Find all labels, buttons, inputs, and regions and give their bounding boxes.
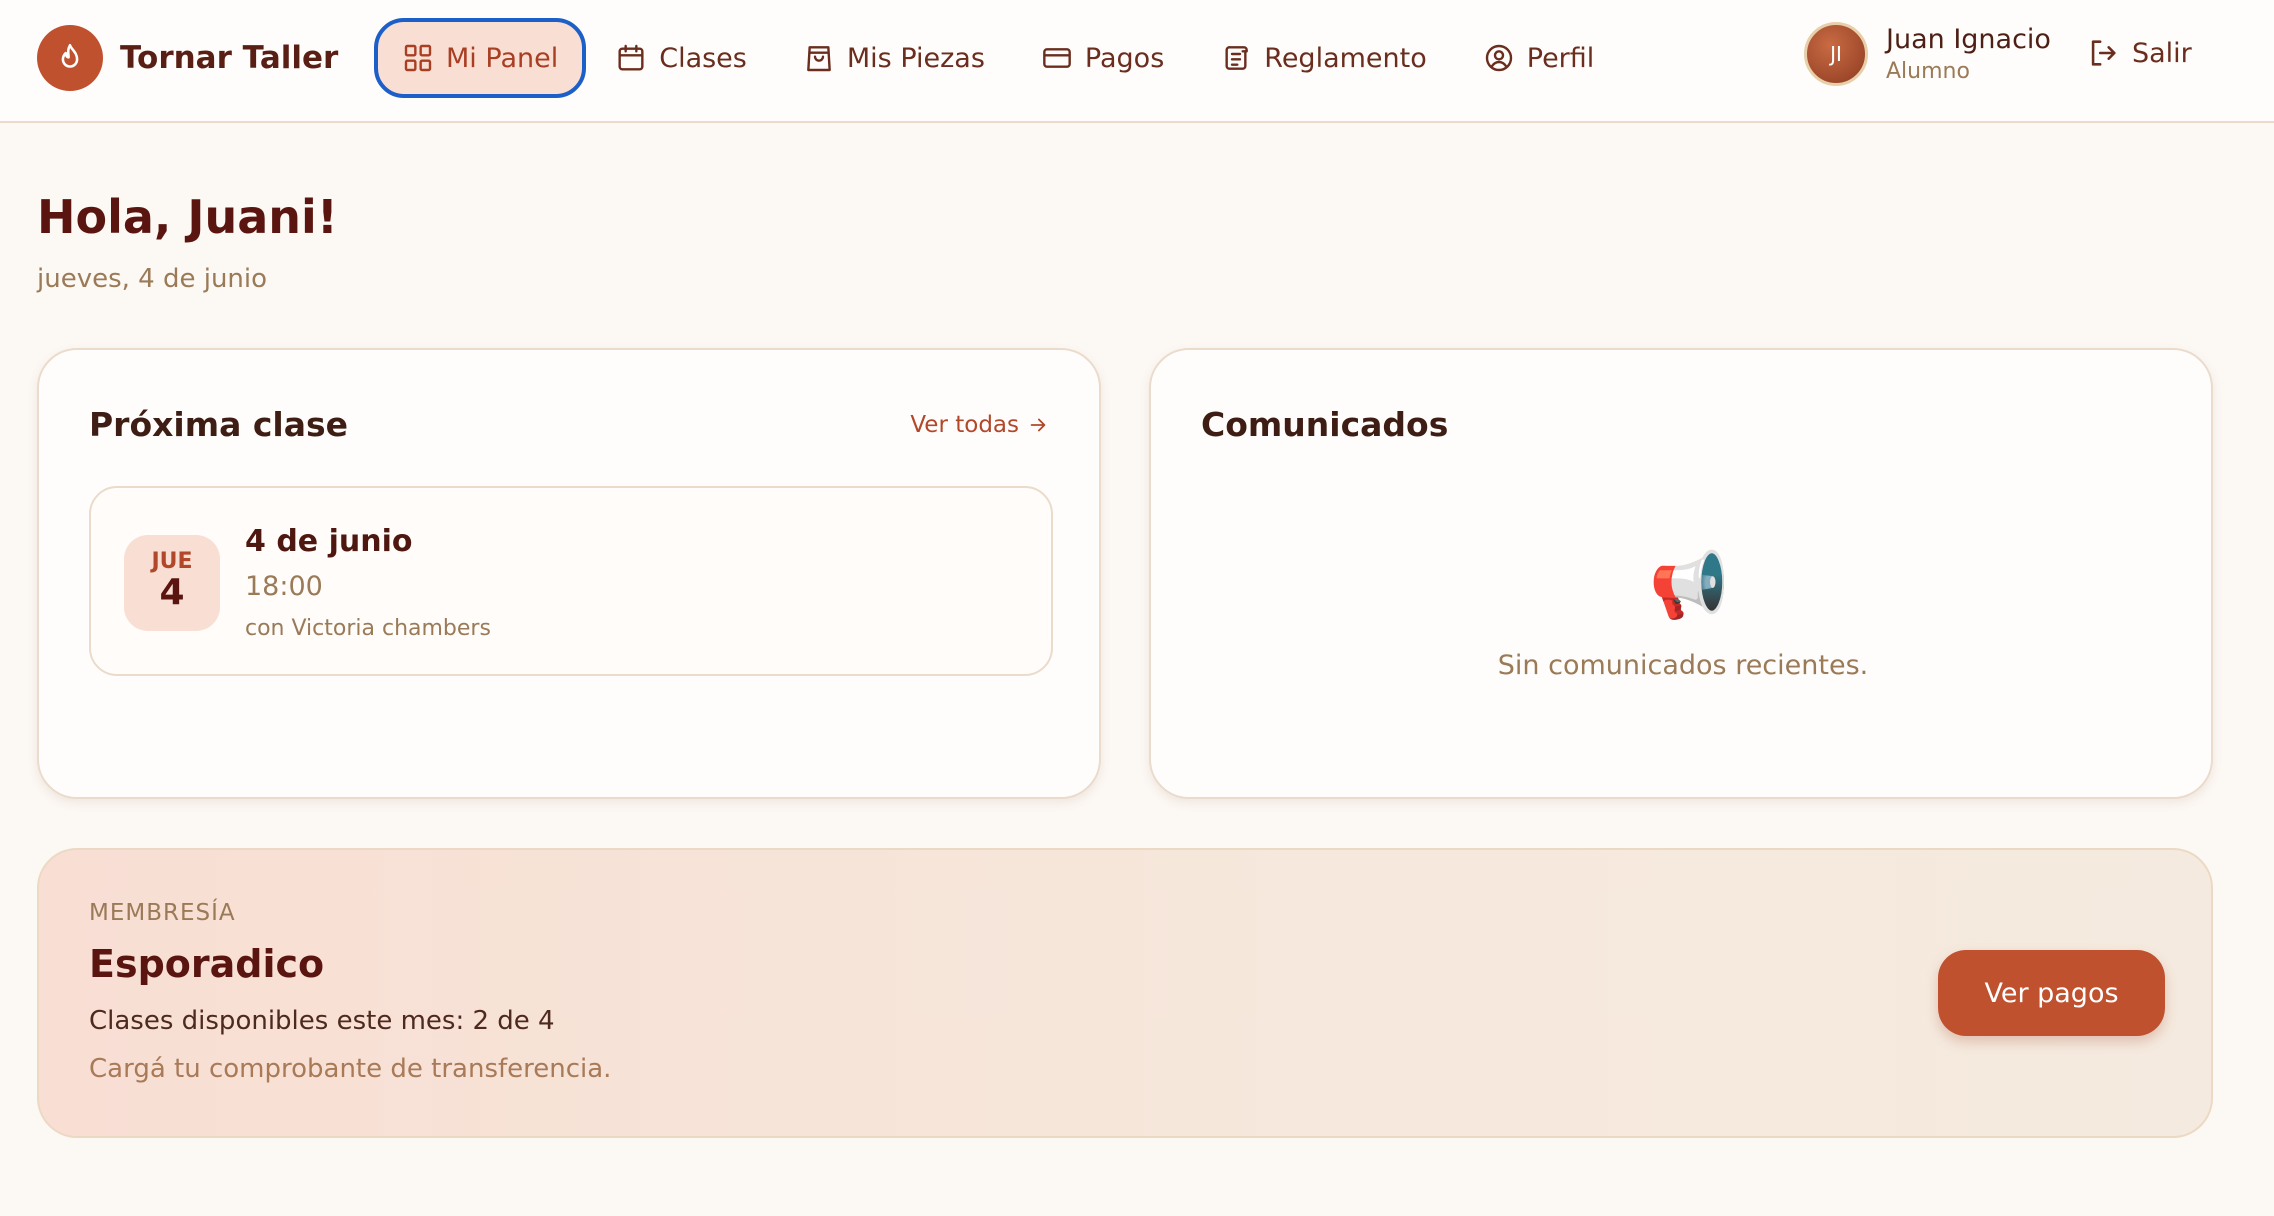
membership-label: MEMBRESÍA [89, 900, 236, 926]
user-role: Alumno [1886, 59, 1970, 84]
nav-item-mis-piezas[interactable]: Mis Piezas [776, 18, 1012, 98]
empty-state-text: Sin comunicados recientes. [1497, 650, 1869, 681]
nav-label: Pagos [1084, 42, 1165, 74]
scroll-icon [1225, 46, 1249, 70]
nav-label: Mi Panel [446, 42, 559, 74]
logout-button[interactable]: Salir [2086, 36, 2192, 70]
page-title: Hola, Juani! [37, 190, 338, 244]
arrow-right-icon [1030, 418, 1046, 432]
brand-name: Tornar Taller [120, 40, 339, 76]
membership-card: MEMBRESÍA Esporadico Clases disponibles … [37, 848, 2213, 1138]
next-class-title: Próxima clase [89, 405, 349, 444]
nav-item-reglamento[interactable]: Reglamento [1193, 18, 1453, 98]
nav-label: Reglamento [1264, 42, 1427, 74]
nav-item-mi-panel[interactable]: Mi Panel [374, 18, 587, 98]
class-date: 4 de junio [245, 524, 413, 559]
nav-label: Perfil [1526, 42, 1595, 74]
top-nav: Tornar Taller Mi Panel Clases Mis Piezas [0, 0, 2274, 123]
view-payments-button[interactable]: Ver pagos [1938, 950, 2165, 1036]
user-menu[interactable]: JI Juan Ignacio Alumno [1804, 22, 2051, 86]
nav-label: Mis Piezas [846, 42, 985, 74]
nav-menu: Mi Panel Clases Mis Piezas Pagos Reglame… [374, 18, 1623, 98]
membership-note: Cargá tu comprobante de transferencia. [89, 1054, 612, 1084]
class-time: 18:00 [245, 571, 323, 602]
day-number: 4 [159, 572, 185, 613]
grid-icon [404, 44, 432, 72]
nav-item-clases[interactable]: Clases [588, 18, 774, 98]
see-all-link[interactable]: Ver todas [910, 412, 1049, 438]
announcements-card: Comunicados 📢 Sin comunicados recientes. [1149, 348, 2213, 799]
credit-card-icon [1043, 48, 1071, 68]
user-name: Juan Ignacio [1886, 24, 2051, 55]
calendar-icon [618, 44, 644, 71]
nav-item-pagos[interactable]: Pagos [1014, 18, 1191, 98]
bag-icon [807, 46, 831, 72]
nav-item-perfil[interactable]: Perfil [1456, 18, 1622, 98]
see-all-label: Ver todas [910, 412, 1019, 438]
day-abbr: JUE [151, 549, 193, 574]
day-badge: JUE 4 [124, 535, 220, 631]
membership-classes: Clases disponibles este mes: 2 de 4 [89, 1006, 555, 1036]
class-teacher: con Victoria chambers [245, 616, 491, 641]
flame-icon [37, 25, 103, 91]
logout-icon [2091, 40, 2116, 66]
user-circle-icon [1485, 44, 1512, 72]
logout-label: Salir [2132, 37, 2192, 69]
megaphone-icon: 📢 [1649, 549, 1729, 623]
next-class-card: Próxima clase Ver todas JUE 4 4 de junio… [37, 348, 1101, 799]
class-item[interactable]: JUE 4 4 de junio 18:00 con Victoria cham… [89, 486, 1053, 676]
avatar: JI [1804, 22, 1868, 86]
nav-label: Clases [659, 42, 747, 74]
current-date: jueves, 4 de junio [37, 264, 268, 294]
brand[interactable]: Tornar Taller [37, 25, 338, 91]
membership-name: Esporadico [89, 942, 325, 986]
announcements-title: Comunicados [1201, 405, 1449, 444]
